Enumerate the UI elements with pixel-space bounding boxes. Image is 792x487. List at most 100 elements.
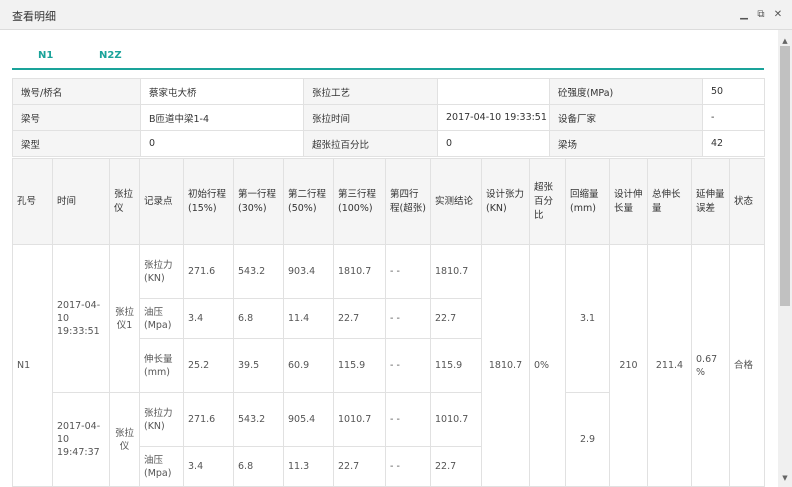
header-row: 孔号 时间 张拉仪 记录点 初始行程(15%) 第一行程(30%) 第二行程(5…: [12, 158, 765, 245]
concrete-strength-label: 砼强度(MPa): [549, 78, 703, 105]
col-time: 时间: [52, 158, 110, 245]
time-cell: 2017-04-10 19:33:51: [52, 244, 110, 393]
value-cell: 271.6: [183, 244, 234, 299]
process-label: 张拉工艺: [303, 78, 438, 105]
scrollbar[interactable]: ▲ ▼: [778, 30, 792, 487]
summary-table: 墩号/桥名 蔡家屯大桥 张拉工艺 砼强度(MPa) 50 梁号 B匝道中梁1-4…: [12, 78, 765, 157]
point-cell: 张拉力(KN): [139, 244, 184, 299]
point-cell: 伸长量(mm): [139, 338, 184, 393]
design-force-cell: 1810.7: [481, 244, 530, 487]
value-cell: 11.3: [283, 446, 334, 487]
value-cell: 1810.7: [333, 244, 386, 299]
minimize-icon[interactable]: ▁: [738, 9, 750, 21]
measured-cell: 1810.7: [430, 244, 482, 299]
col-status: 状态: [729, 158, 765, 245]
over-pct-cell: 0%: [529, 244, 566, 487]
retract-cell: 3.1: [565, 244, 610, 393]
value-cell: 543.2: [233, 392, 284, 447]
yard-label: 梁场: [549, 130, 703, 157]
elong-err-cell: 0.67 %: [691, 244, 730, 487]
maximize-icon[interactable]: ⧉: [755, 9, 767, 21]
col-retract: 回缩量(mm): [565, 158, 610, 245]
value-cell: - -: [385, 338, 431, 393]
bridge-value: 蔡家屯大桥: [140, 78, 304, 105]
col-design-force: 设计张力(KN): [481, 158, 530, 245]
col-design-elong: 设计伸长量: [609, 158, 648, 245]
table-row: N1 2017-04-10 19:33:51 张拉仪1 张拉力(KN) 271.…: [12, 244, 765, 487]
measured-cell: 22.7: [430, 446, 482, 487]
total-elong-cell: 211.4: [647, 244, 692, 487]
retract-cell: 2.9: [565, 392, 610, 487]
value-cell: 3.4: [183, 298, 234, 339]
value-cell: 6.8: [233, 298, 284, 339]
value-cell: 1010.7: [333, 392, 386, 447]
hole-cell: N1: [12, 244, 53, 487]
value-cell: - -: [385, 446, 431, 487]
value-cell: 905.4: [283, 392, 334, 447]
summary-row: 梁型 0 超张拉百分比 0 梁场 42: [12, 130, 765, 157]
value-cell: 543.2: [233, 244, 284, 299]
device-cell: 张拉仪1: [109, 244, 140, 393]
tension-time-value: 2017-04-10 19:33:51: [437, 104, 550, 131]
concrete-strength-value: 50: [702, 78, 765, 105]
device-cell: 张拉仪: [109, 392, 140, 487]
design-elong-cell: 210: [609, 244, 648, 487]
col-stroke-100: 第三行程(100%): [333, 158, 386, 245]
over-tension-value: 0: [437, 130, 550, 157]
col-stroke-15: 初始行程(15%): [183, 158, 234, 245]
yard-value: 42: [702, 130, 765, 157]
close-icon[interactable]: ✕: [772, 9, 784, 21]
bridge-label: 墩号/桥名: [12, 78, 141, 105]
value-cell: 60.9: [283, 338, 334, 393]
col-total-elong: 总伸长量: [647, 158, 692, 245]
col-point: 记录点: [139, 158, 184, 245]
value-cell: 22.7: [333, 298, 386, 339]
col-stroke-4: 第四行程(超张): [385, 158, 431, 245]
point-cell: 张拉力(KN): [139, 392, 184, 447]
measured-cell: 22.7: [430, 298, 482, 339]
time-cell: 2017-04-10 19:47:37: [52, 392, 110, 487]
summary-row: 梁号 B匝道中梁1-4 张拉时间 2017-04-10 19:33:51 设备厂…: [12, 104, 765, 131]
tension-time-label: 张拉时间: [303, 104, 438, 131]
value-cell: 903.4: [283, 244, 334, 299]
window-title: 查看明细: [12, 10, 56, 23]
tab-bar: N1 N2Z: [12, 44, 764, 70]
value-cell: 6.8: [233, 446, 284, 487]
value-cell: - -: [385, 244, 431, 299]
col-over-pct: 超张百分比: [529, 158, 566, 245]
tab-n1[interactable]: N1: [38, 50, 53, 61]
value-cell: 11.4: [283, 298, 334, 339]
tab-n2z[interactable]: N2Z: [99, 50, 122, 61]
manufacturer-value: -: [702, 104, 765, 131]
point-cell: 油压(Mpa): [139, 298, 184, 339]
title-bar: 查看明细 ▁ ⧉ ✕: [0, 0, 792, 30]
col-hole: 孔号: [12, 158, 53, 245]
col-device: 张拉仪: [109, 158, 140, 245]
point-cell: 油压(Mpa): [139, 446, 184, 487]
value-cell: 25.2: [183, 338, 234, 393]
value-cell: 115.9: [333, 338, 386, 393]
tension-detail-table: 孔号 时间 张拉仪 记录点 初始行程(15%) 第一行程(30%) 第二行程(5…: [12, 158, 765, 487]
status-badge: 合格: [729, 244, 765, 487]
beam-type-label: 梁型: [12, 130, 141, 157]
measured-cell: 115.9: [430, 338, 482, 393]
col-elong-err: 延伸量误差: [691, 158, 730, 245]
value-cell: - -: [385, 298, 431, 339]
col-stroke-50: 第二行程(50%): [283, 158, 334, 245]
value-cell: 39.5: [233, 338, 284, 393]
manufacturer-label: 设备厂家: [549, 104, 703, 131]
value-cell: - -: [385, 392, 431, 447]
col-stroke-30: 第一行程(30%): [233, 158, 284, 245]
beam-value: B匝道中梁1-4: [140, 104, 304, 131]
value-cell: 271.6: [183, 392, 234, 447]
col-measured: 实测结论: [430, 158, 482, 245]
value-cell: 3.4: [183, 446, 234, 487]
measured-cell: 1010.7: [430, 392, 482, 447]
scroll-down-icon[interactable]: ▼: [778, 471, 792, 485]
summary-row: 墩号/桥名 蔡家屯大桥 张拉工艺 砼强度(MPa) 50: [12, 78, 765, 105]
over-tension-label: 超张拉百分比: [303, 130, 438, 157]
value-cell: 22.7: [333, 446, 386, 487]
process-value: [437, 78, 550, 105]
beam-type-value: 0: [140, 130, 304, 157]
scrollbar-thumb[interactable]: [780, 46, 790, 306]
